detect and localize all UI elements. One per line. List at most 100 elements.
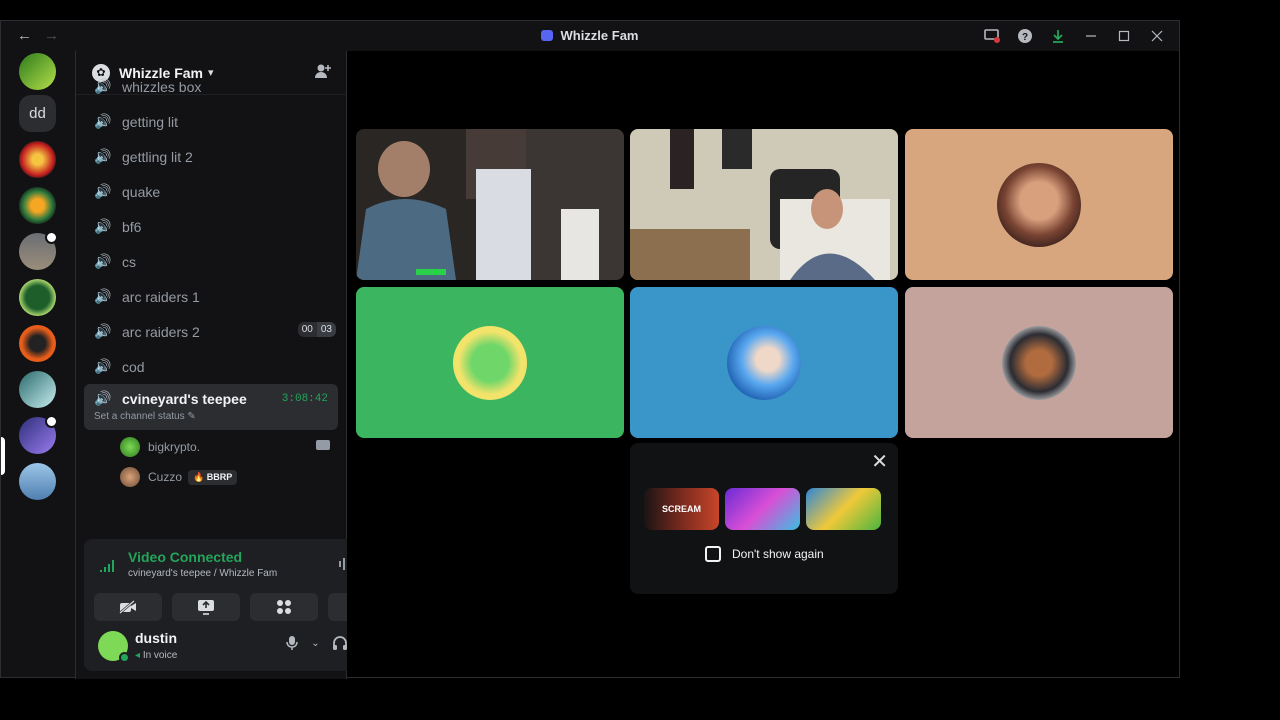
server-rail: dd: [1, 51, 75, 679]
call-timer: 3:08:42: [281, 393, 328, 405]
status-text: Set a channel status: [94, 411, 185, 422]
server-icon[interactable]: [19, 463, 56, 500]
channel-sidebar: ✿ Whizzle Fam ▾ 🔊 whizzles box 🔊 getting l…: [75, 51, 412, 679]
download-icon[interactable]: [1041, 25, 1074, 47]
server-icon[interactable]: [19, 187, 56, 224]
server-united-icon[interactable]: [19, 279, 56, 316]
speaker-icon: 🔊: [94, 288, 112, 304]
video-camera-icon: [316, 440, 330, 450]
speaker-icon: 🔊: [94, 113, 112, 129]
participant-avatar: [1002, 325, 1076, 400]
activity-thumbnails: SCREAM: [644, 488, 881, 530]
voice-channel[interactable]: 🔊 arc raiders 1: [76, 279, 346, 314]
server-tdl-icon[interactable]: [19, 141, 56, 178]
channel-name: arc raiders 1: [122, 288, 200, 305]
server-icon[interactable]: [19, 371, 56, 408]
video-tile-avatar[interactable]: [630, 287, 898, 438]
voice-channel[interactable]: 🔊 gettling lit 2: [76, 139, 346, 174]
dont-show-again-checkbox[interactable]: Don't show again: [705, 546, 824, 562]
active-voice-channel[interactable]: 🔊 cvineyard's teepee 3:08:42 Set a channe…: [84, 384, 338, 430]
app-window: ← → Whizzle Fam ? dd ✿ Whizzle Fam ▾ 🔊 w…: [0, 20, 1180, 679]
pencil-icon: ✎: [187, 411, 196, 422]
voice-member[interactable]: Cuzzo 🔥 BBRP: [76, 462, 346, 492]
selected-server-pill: [1, 437, 5, 475]
voice-channel[interactable]: 🔊 bf6: [76, 209, 346, 244]
server-icon[interactable]: [19, 231, 58, 270]
chevron-down-icon[interactable]: ⌄: [311, 635, 319, 654]
speaker-icon: 🔊: [94, 253, 112, 269]
video-tile-avatar[interactable]: [905, 129, 1173, 280]
member-tag: 🔥 BBRP: [188, 469, 238, 485]
close-icon[interactable]: ✕: [871, 449, 888, 474]
avatar: [120, 437, 140, 457]
member-name: Cuzzo: [148, 470, 183, 484]
video-tile-camera[interactable]: [630, 129, 898, 280]
server-bigkrypto-icon[interactable]: [19, 53, 56, 90]
webcam-feed: [630, 129, 898, 280]
server-icon[interactable]: [19, 415, 58, 454]
svg-text:?: ?: [1021, 32, 1027, 43]
activity-suggestion-popup: ✕ SCREAM Don't show again: [630, 443, 898, 594]
avatar: [120, 467, 140, 487]
username[interactable]: dustin: [135, 630, 177, 646]
user-count: 00: [297, 322, 317, 337]
headphones-icon[interactable]: [332, 635, 348, 654]
webcam-feed: [356, 129, 624, 280]
thumbnail-title: SCREAM: [661, 504, 701, 514]
voice-status-subtitle[interactable]: cvineyard's teepee / Whizzle Fam: [128, 568, 277, 579]
checkbox[interactable]: [705, 546, 721, 562]
video-tile-avatar[interactable]: [905, 287, 1173, 438]
activity-thumbnail[interactable]: [806, 488, 881, 530]
channel-name: quake: [122, 183, 161, 200]
activities-button[interactable]: [250, 593, 318, 621]
channel-name: arc raiders 2: [122, 323, 200, 340]
server-dd-icon[interactable]: dd: [19, 95, 56, 132]
voice-channel[interactable]: 🔊 cs: [76, 244, 346, 279]
activity-thumbnail[interactable]: [725, 488, 800, 530]
voice-channel[interactable]: 🔊 whizzles box: [76, 69, 346, 104]
voice-channel[interactable]: 🔊 quake: [76, 174, 346, 209]
close-icon[interactable]: [1140, 25, 1173, 47]
voice-member[interactable]: bigkrypto.: [76, 432, 346, 462]
video-tile-avatar[interactable]: [356, 287, 624, 438]
maximize-icon[interactable]: [1107, 25, 1140, 47]
user-avatar[interactable]: [98, 631, 130, 663]
user-status-text: In voice: [142, 650, 178, 661]
voice-status-title: Video Connected: [128, 549, 243, 565]
participant-avatar: [453, 325, 527, 400]
voice-status: Video Connected cvineyard's teepee / Whi…: [98, 549, 277, 579]
microphone-icon[interactable]: [285, 635, 299, 654]
speaker-icon: 🔊: [94, 390, 112, 406]
channel-name: bf6: [122, 218, 142, 235]
member-name: bigkrypto.: [148, 440, 201, 454]
voice-channel[interactable]: 🔊 cod: [76, 349, 346, 384]
minimize-icon[interactable]: [1074, 25, 1107, 47]
speaker-icon: 🔊: [94, 218, 112, 234]
video-tile-camera[interactable]: [356, 129, 624, 280]
camera-toggle-button[interactable]: [94, 593, 162, 621]
user-limit: 03: [316, 322, 336, 337]
screen-share-icon[interactable]: [975, 25, 1008, 47]
voice-channel[interactable]: 🔊 getting lit: [76, 104, 346, 139]
activity-thumbnail-scream[interactable]: SCREAM: [644, 488, 719, 530]
tag-text: BBRP: [206, 471, 233, 482]
screen-share-button[interactable]: [172, 593, 240, 621]
titlebar-controls: ?: [975, 25, 1173, 47]
speaker-icon: 🔊: [94, 323, 112, 339]
user-voice-status: ◂ In voice: [135, 650, 177, 661]
guild-icon: [541, 30, 554, 41]
channel-name: gettling lit 2: [122, 148, 193, 165]
checkbox-label: Don't show again: [732, 547, 824, 561]
channel-name: whizzles box: [122, 78, 202, 95]
notification-dot: [45, 231, 58, 244]
help-icon[interactable]: ?: [1008, 25, 1041, 47]
server-ville-icon[interactable]: [19, 325, 56, 362]
speaker-icon: ◂: [135, 650, 141, 661]
notification-dot: [45, 415, 58, 428]
set-channel-status[interactable]: Set a channel status ✎: [94, 411, 196, 422]
video-stage: ✕ SCREAM Don't show again: [347, 51, 1179, 677]
speaker-icon: 🔊: [94, 183, 112, 199]
signal-icon[interactable]: [98, 557, 116, 575]
voice-channel[interactable]: 🔊 arc raiders 2 00 03: [76, 314, 346, 349]
titlebar: ← → Whizzle Fam ?: [1, 21, 1179, 51]
